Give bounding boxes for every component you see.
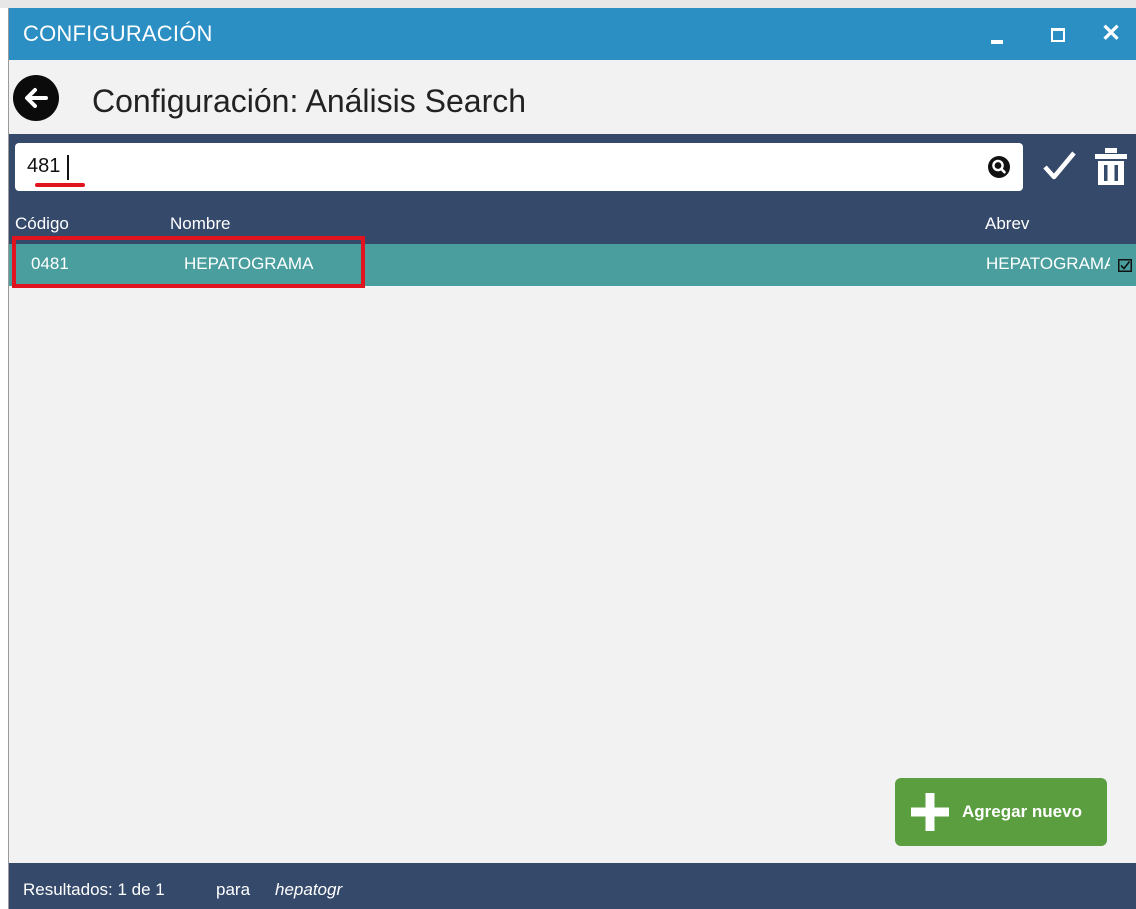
search-icon[interactable] <box>987 155 1011 179</box>
trash-icon[interactable] <box>1093 146 1129 186</box>
configuracion-window: CONFIGURACIÓN ✕ Configuración: Análisis … <box>8 8 1136 909</box>
search-box <box>15 143 1023 191</box>
close-button[interactable]: ✕ <box>1095 18 1127 50</box>
window-title: CONFIGURACIÓN <box>23 21 213 46</box>
page-header: Configuración: Análisis Search <box>9 60 1136 134</box>
plus-icon <box>911 793 949 831</box>
add-new-button[interactable]: Agregar nuevo <box>895 778 1107 846</box>
text-caret <box>67 155 69 180</box>
checkbox-icon[interactable] <box>1118 259 1132 272</box>
search-input[interactable] <box>27 151 927 181</box>
red-underline-annotation <box>35 183 85 187</box>
column-header-code[interactable]: Código <box>15 214 69 234</box>
status-bar: Resultados: 1 de 1 para hepatogr <box>9 863 1136 909</box>
red-highlight-annotation <box>12 236 365 288</box>
close-icon: ✕ <box>1100 20 1122 47</box>
minimize-icon <box>991 40 1003 44</box>
background-strip <box>0 0 1136 8</box>
results-count: Resultados: 1 de 1 <box>23 880 165 899</box>
column-header-abrev[interactable]: Abrev <box>985 214 1029 234</box>
add-new-label: Agregar nuevo <box>962 802 1082 821</box>
window-titlebar: CONFIGURACIÓN ✕ <box>9 8 1136 60</box>
maximize-button[interactable] <box>1040 18 1072 50</box>
back-button[interactable] <box>13 75 59 121</box>
row-abrev: HEPATOGRAMA <box>986 254 1110 273</box>
check-icon[interactable] <box>1041 148 1077 184</box>
page-title: Configuración: Análisis Search <box>92 83 527 119</box>
arrow-left-icon <box>25 88 48 108</box>
column-header-name[interactable]: Nombre <box>170 214 230 234</box>
maximize-icon <box>1051 28 1065 42</box>
results-query: hepatogr <box>275 880 343 899</box>
results-para: para <box>216 880 251 899</box>
minimize-button[interactable] <box>981 18 1013 50</box>
search-toolbar <box>9 134 1136 198</box>
